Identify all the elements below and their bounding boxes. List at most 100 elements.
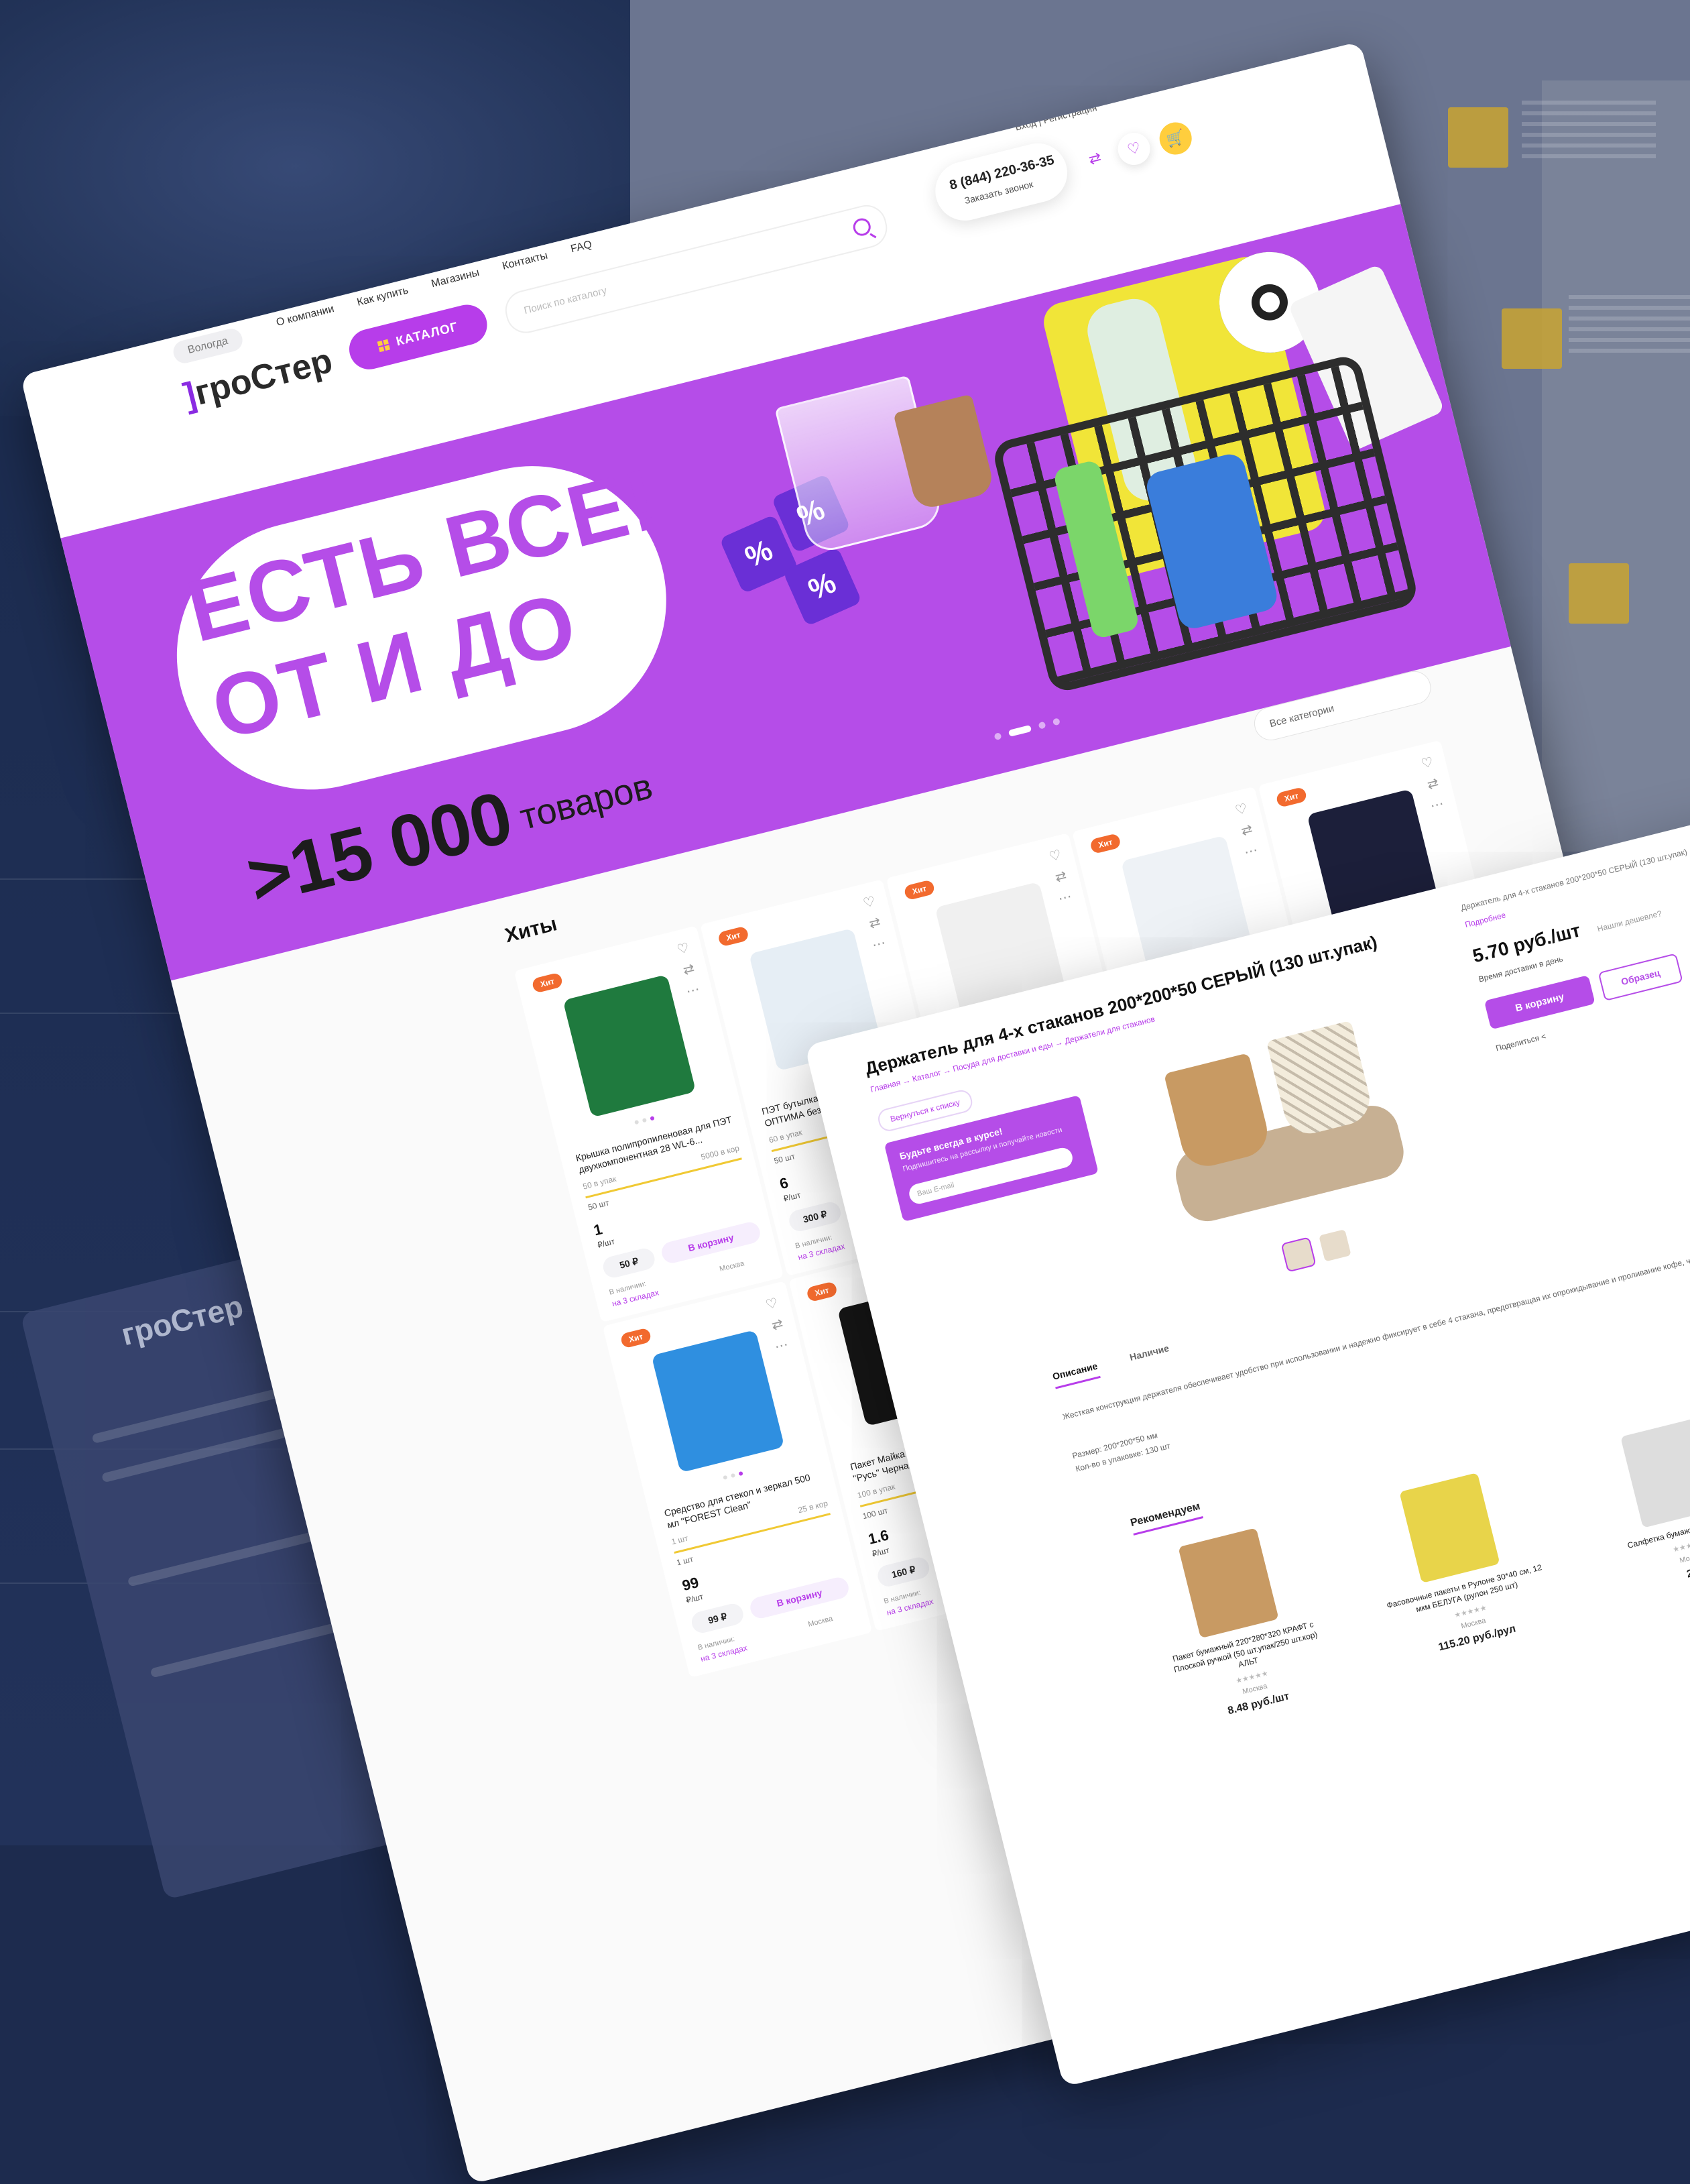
ghost-logo: гроСтер bbox=[117, 1288, 247, 1353]
hit-badge: Хит bbox=[806, 1281, 839, 1303]
slider-dot[interactable] bbox=[1038, 721, 1046, 730]
sum-badge: 160 ₽ bbox=[876, 1555, 932, 1589]
image-dot-active[interactable] bbox=[650, 1116, 655, 1121]
product-price: 1 bbox=[591, 1220, 604, 1239]
tab-description[interactable]: Описание bbox=[1051, 1360, 1101, 1389]
compare-icon[interactable]: ⇄ bbox=[1425, 774, 1441, 793]
image-dots bbox=[723, 1471, 743, 1480]
nav-faq[interactable]: FAQ bbox=[570, 239, 593, 255]
search-placeholder: Поиск по каталогу bbox=[522, 284, 608, 317]
product-image[interactable] bbox=[651, 1329, 785, 1473]
catalog-button[interactable]: КАТАЛОГ bbox=[345, 300, 491, 374]
pack-qty: 60 в упак bbox=[768, 1127, 804, 1145]
product-image[interactable] bbox=[562, 974, 697, 1118]
heart-icon[interactable]: ♡ bbox=[861, 893, 877, 912]
hero-slider-dots bbox=[993, 717, 1061, 741]
product-price: 99 bbox=[680, 1574, 701, 1595]
more-icon[interactable]: ⋯ bbox=[1429, 795, 1445, 815]
heart-icon[interactable]: ♡ bbox=[764, 1294, 780, 1314]
unit-qty: 50 шт bbox=[773, 1151, 796, 1166]
email-field[interactable]: Ваш E-mail bbox=[907, 1145, 1075, 1206]
recommend-card[interactable]: Фасовочные пакеты в Рулоне 30*40 см, 12 … bbox=[1360, 1463, 1557, 1664]
hit-badge: Хит bbox=[717, 925, 749, 947]
phone-block: 8 (844) 220-36-35 Заказать звонок bbox=[928, 137, 1074, 227]
hits-title: Хиты bbox=[502, 913, 560, 947]
sum-badge: 300 ₽ bbox=[786, 1200, 843, 1234]
unit-qty: 50 шт bbox=[587, 1198, 610, 1212]
compare-icon[interactable]: ⇄ bbox=[1075, 139, 1114, 178]
found-cheaper-link[interactable]: Нашли дешевле? bbox=[1596, 909, 1663, 933]
more-icon[interactable]: ⋯ bbox=[773, 1336, 790, 1355]
image-dot[interactable] bbox=[723, 1475, 728, 1480]
grid-icon bbox=[377, 339, 390, 353]
catalog-label: КАТАЛОГ bbox=[394, 320, 460, 349]
unit-qty: 1 шт bbox=[675, 1554, 695, 1568]
product-main-image[interactable] bbox=[1140, 1001, 1419, 1242]
recommend-image bbox=[1178, 1528, 1279, 1639]
background-thumbnail bbox=[1448, 107, 1508, 168]
slider-dot[interactable] bbox=[993, 732, 1002, 741]
pack-qty: 50 в упак bbox=[581, 1173, 617, 1192]
more-icon[interactable]: ⋯ bbox=[684, 980, 701, 1000]
recommend-image bbox=[1399, 1473, 1500, 1583]
recommend-card[interactable]: Пакет бумажный 220*280*320 КРАФТ с Плоск… bbox=[1139, 1518, 1338, 1729]
hit-badge: Хит bbox=[531, 972, 564, 994]
heart-icon[interactable]: ♡ bbox=[1419, 754, 1435, 773]
hit-badge: Хит bbox=[1089, 833, 1122, 855]
sum-badge: 50 ₽ bbox=[601, 1246, 657, 1280]
recommend-card[interactable]: Салфетка бумажная "Ромашка" ★★★★★ Москва… bbox=[1581, 1407, 1690, 1598]
heart-icon[interactable]: ♡ bbox=[675, 939, 691, 958]
more-icon[interactable]: ⋯ bbox=[870, 934, 888, 954]
slider-dot-active[interactable] bbox=[1008, 724, 1032, 737]
background-category-panel bbox=[1542, 80, 1690, 852]
background-text-lines bbox=[1569, 295, 1690, 355]
more-link[interactable]: Подробнее bbox=[1464, 910, 1507, 929]
share-label: Поделиться bbox=[1494, 1033, 1541, 1053]
city-stock: Москва bbox=[807, 1615, 834, 1629]
more-icon[interactable]: ⋯ bbox=[1057, 888, 1073, 907]
search-icon[interactable] bbox=[851, 216, 873, 238]
add-to-cart-button[interactable]: В корзину bbox=[659, 1220, 763, 1265]
heart-icon[interactable]: ♡ bbox=[1233, 800, 1249, 819]
sum-badge: 99 ₽ bbox=[689, 1601, 745, 1635]
product-description: Жесткая конструкция держателя обеспечива… bbox=[1061, 1230, 1690, 1422]
image-dot[interactable] bbox=[634, 1119, 640, 1125]
compare-icon[interactable]: ⇄ bbox=[681, 960, 697, 978]
add-to-cart-button[interactable]: В корзину bbox=[747, 1575, 851, 1621]
sample-button[interactable]: Образец bbox=[1597, 953, 1683, 1002]
recommend-image bbox=[1620, 1417, 1690, 1528]
thumbnail[interactable] bbox=[1319, 1229, 1351, 1262]
pack-box: 25 в кор bbox=[797, 1498, 829, 1515]
compare-icon[interactable]: ⇄ bbox=[1053, 867, 1069, 886]
thumbnail-selected[interactable] bbox=[1282, 1238, 1315, 1271]
background-text-lines bbox=[1522, 101, 1656, 161]
image-dot[interactable] bbox=[642, 1118, 647, 1123]
image-thumbnails bbox=[1282, 1229, 1351, 1271]
image-dot[interactable] bbox=[730, 1473, 736, 1479]
hero-count-label: товаров bbox=[516, 766, 657, 838]
more-icon[interactable]: ⋯ bbox=[1242, 842, 1260, 861]
compare-icon[interactable]: ⇄ bbox=[867, 913, 882, 932]
compare-icon[interactable]: ⇄ bbox=[770, 1315, 785, 1334]
heart-icon[interactable]: ♡ bbox=[1114, 129, 1154, 169]
add-to-cart-button[interactable]: В корзину bbox=[1484, 975, 1595, 1030]
tab-stock[interactable]: Наличие bbox=[1128, 1342, 1172, 1370]
unit-qty: 100 шт bbox=[861, 1505, 889, 1521]
product-price: 5.70 руб./шт bbox=[1470, 919, 1583, 967]
background-thumbnail bbox=[1502, 308, 1562, 369]
background-thumbnail bbox=[1569, 563, 1629, 624]
slider-dot[interactable] bbox=[1052, 717, 1061, 726]
percent-tag-icon: % bbox=[782, 547, 863, 627]
nav-contacts[interactable]: Контакты bbox=[501, 250, 549, 273]
compare-icon[interactable]: ⇄ bbox=[1240, 821, 1254, 840]
detail-tabs: Описание Наличие bbox=[1051, 1342, 1172, 1389]
hit-badge: Хит bbox=[1275, 786, 1308, 808]
hit-badge: Хит bbox=[903, 879, 936, 901]
cart-icon[interactable]: 🛒 bbox=[1156, 119, 1195, 158]
share-link[interactable]: Поделиться < bbox=[1495, 1031, 1547, 1053]
share-icon: < bbox=[1540, 1031, 1547, 1042]
image-dot-active[interactable] bbox=[738, 1471, 743, 1477]
heart-icon[interactable]: ♡ bbox=[1047, 846, 1063, 866]
image-dots bbox=[634, 1116, 655, 1125]
pack-qty: 1 шт bbox=[670, 1533, 689, 1547]
